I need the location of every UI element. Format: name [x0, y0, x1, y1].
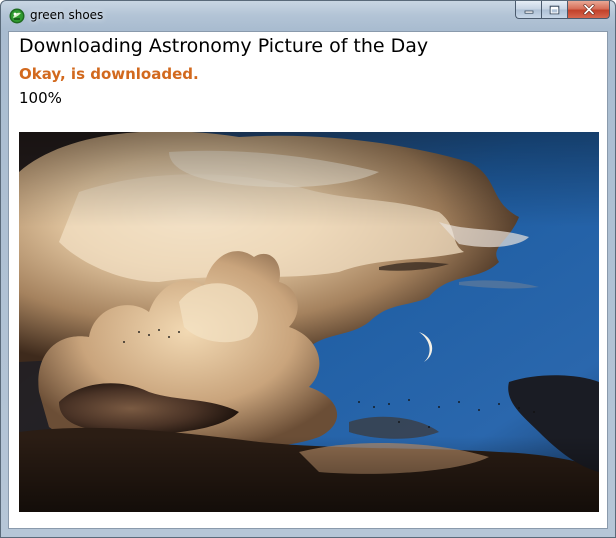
close-button[interactable] — [567, 1, 610, 19]
download-status: Okay, is downloaded. — [19, 65, 199, 83]
client-area: Downloading Astronomy Picture of the Day… — [8, 31, 608, 529]
caption-buttons — [515, 1, 610, 20]
window-title: green shoes — [30, 8, 104, 22]
maximize-icon — [549, 5, 560, 14]
page-title: Downloading Astronomy Picture of the Day — [19, 35, 429, 57]
minimize-button[interactable] — [515, 1, 541, 19]
app-window: green shoes Downloading Astronomy Pictur… — [0, 0, 616, 538]
minimize-icon — [524, 10, 533, 14]
maximize-button[interactable] — [541, 1, 567, 19]
download-progress-percent: 100% — [19, 89, 62, 107]
green-shoes-logo-icon — [9, 8, 25, 24]
downloaded-apod-image — [19, 132, 599, 512]
title-bar[interactable]: green shoes — [1, 1, 615, 31]
close-icon — [583, 4, 594, 15]
